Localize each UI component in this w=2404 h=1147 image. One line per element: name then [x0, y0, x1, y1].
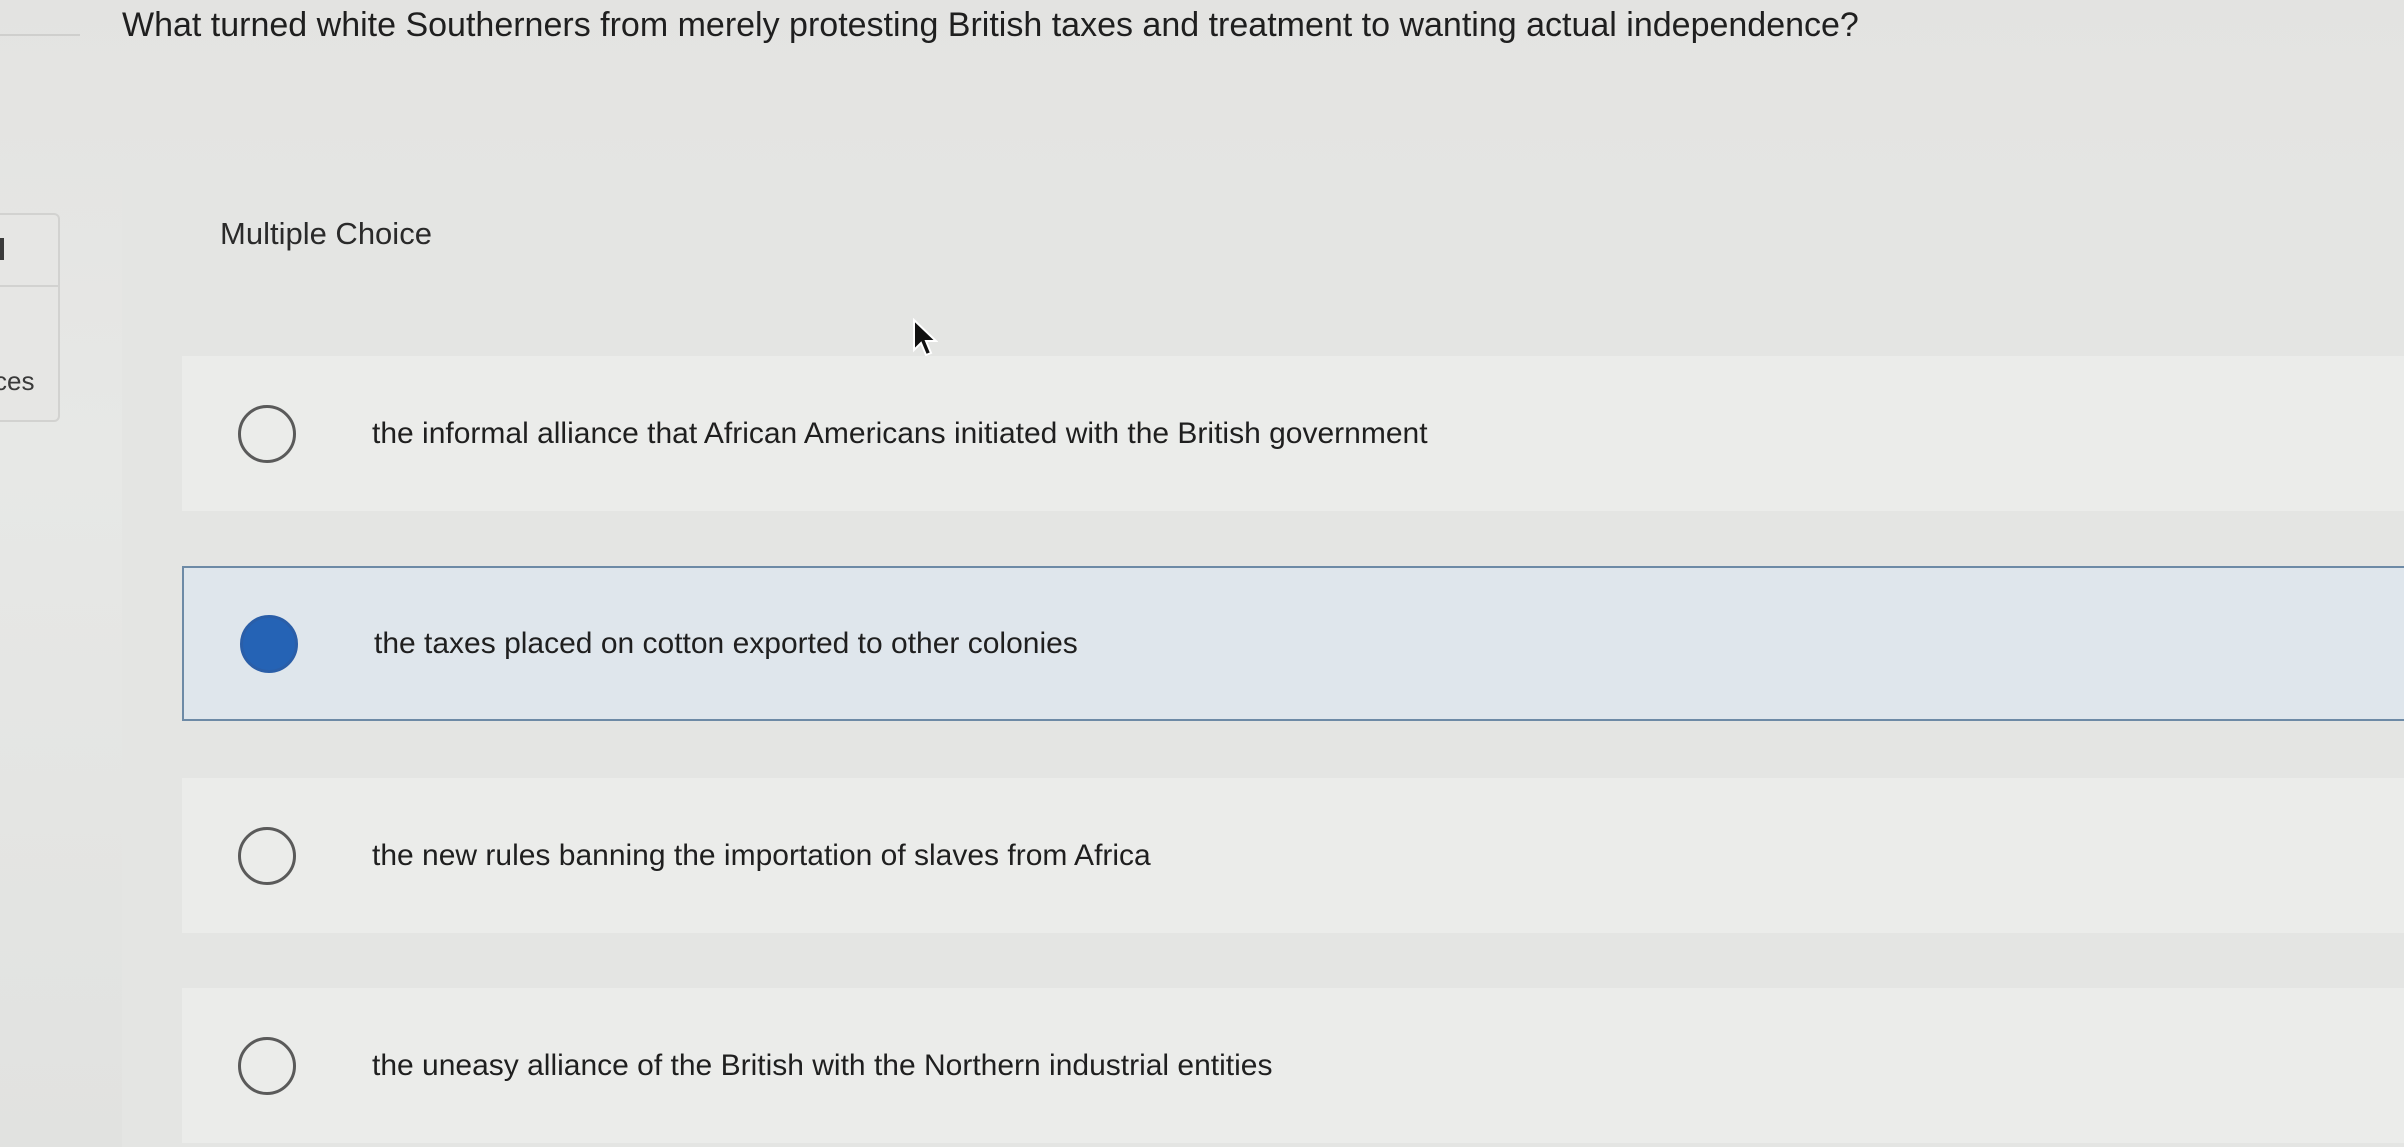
sidebar-item-marker [0, 238, 4, 260]
question-type-label: Multiple Choice [220, 216, 432, 251]
answer-option-2[interactable]: the taxes placed on cotton exported to o… [182, 566, 2404, 721]
sidebar-top-divider [0, 34, 80, 36]
radio-unchecked-icon[interactable] [238, 1036, 296, 1095]
answer-option-text: the new rules banning the importation of… [372, 838, 1151, 872]
answer-option-text: the informal alliance that African Ameri… [372, 416, 1428, 450]
mouse-pointer-icon [913, 318, 938, 357]
radio-unchecked-icon[interactable] [238, 826, 296, 885]
answer-option-3[interactable]: the new rules banning the importation of… [182, 778, 2404, 933]
radio-unchecked-icon[interactable] [238, 404, 296, 463]
answer-option-text: the taxes placed on cotton exported to o… [374, 626, 1078, 660]
sidebar-item-label[interactable]: ces [0, 366, 34, 397]
question-prompt: What turned white Southerners from merel… [122, 6, 1859, 44]
answer-option-1[interactable]: the informal alliance that African Ameri… [182, 356, 2404, 511]
radio-checked-icon[interactable] [240, 614, 298, 673]
answer-option-4[interactable]: the uneasy alliance of the British with … [182, 988, 2404, 1143]
answer-option-text: the uneasy alliance of the British with … [372, 1048, 1273, 1082]
sidebar-divider [0, 285, 58, 287]
